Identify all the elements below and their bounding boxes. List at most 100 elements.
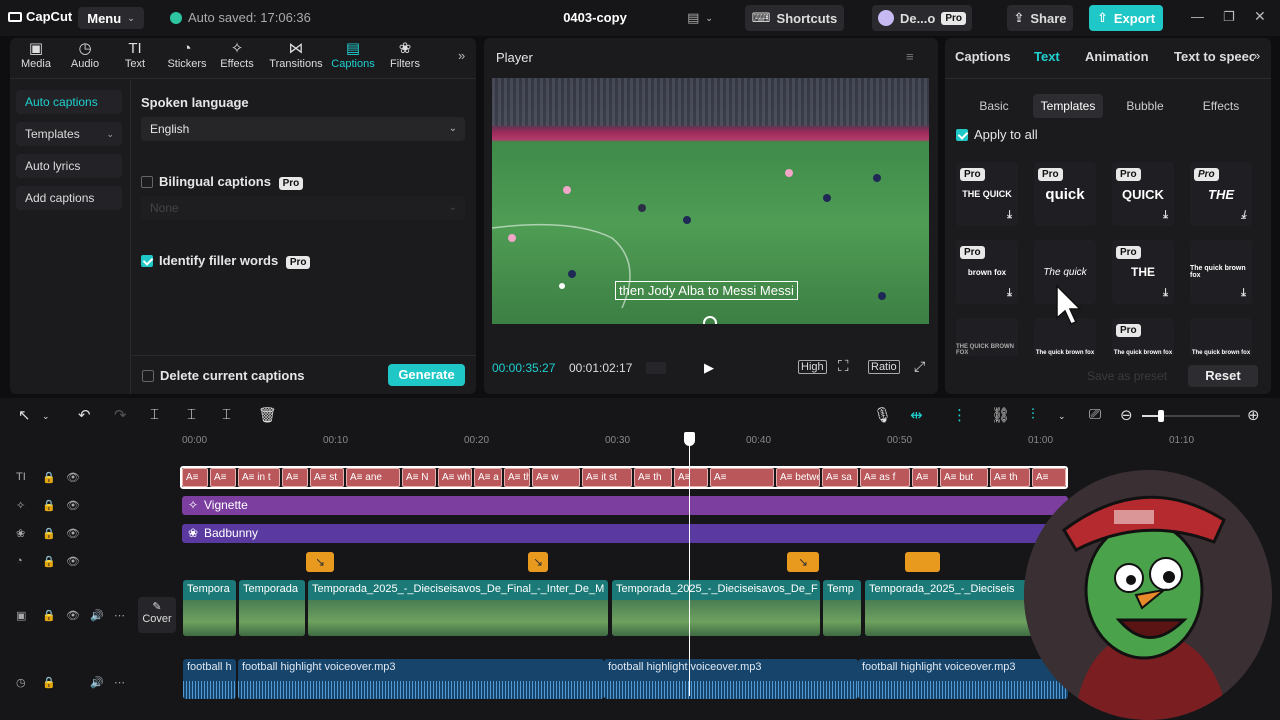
link-icon[interactable]: ⛓ (991, 406, 1010, 424)
caption-clip[interactable]: A≡ it st (582, 468, 632, 487)
chevron-down-icon[interactable]: ⌄ (42, 411, 50, 422)
video-preview[interactable]: then Jody Alba to Messi Messi (492, 78, 929, 324)
bilingual-captions-checkbox[interactable]: Bilingual captions Pro (141, 174, 304, 190)
undo-icon[interactable]: ↶ (78, 406, 91, 424)
caption-clip[interactable]: A≡ (210, 468, 236, 487)
zoom-slider[interactable] (1142, 410, 1240, 422)
caption-clip[interactable]: A≡ w (532, 468, 580, 487)
tab-effects[interactable]: ✧ Effects (211, 40, 263, 70)
eye-icon[interactable]: 👁 (66, 609, 80, 622)
select-tool-icon[interactable]: ↖ (18, 406, 31, 424)
zoom-out-icon[interactable]: ⊖ (1120, 406, 1133, 424)
sticker-clip[interactable]: ↘ (528, 552, 548, 572)
subtab-bubble[interactable]: Bubble (1110, 94, 1180, 118)
caption-clip[interactable]: A≡ (912, 468, 938, 487)
sticker-clip[interactable]: ↘ (306, 552, 334, 572)
caption-clip[interactable]: A≡ th (990, 468, 1030, 487)
export-button[interactable]: ⇧ Export (1089, 5, 1163, 31)
tab-media[interactable]: ▣ Media (10, 40, 62, 70)
lock-icon[interactable]: 🔒 (42, 527, 56, 540)
play-icon[interactable]: ▶ (704, 360, 714, 376)
apply-to-all-checkbox[interactable]: Apply to all (956, 127, 1038, 142)
lock-icon[interactable]: 🔒 (42, 676, 56, 689)
zoom-slider-handle[interactable] (1158, 410, 1164, 422)
tab-stickers[interactable]: ◔ Stickers (161, 40, 213, 70)
template-item[interactable]: Pro THE QUICK ⤓ (956, 162, 1018, 226)
shortcuts-button[interactable]: ⌨ Shortcuts (745, 5, 844, 31)
quality-button[interactable]: High (798, 360, 827, 374)
microphone-icon[interactable]: 🎙 (873, 406, 892, 424)
tab-filters[interactable]: ❀ Filters (379, 40, 431, 70)
tab-text[interactable]: TI Text (109, 40, 161, 70)
zoom-in-icon[interactable]: ⊕ (1247, 406, 1260, 424)
sidebar-item-auto-lyrics[interactable]: Auto lyrics (16, 154, 122, 178)
lock-icon[interactable]: 🔒 (42, 471, 56, 484)
sticker-clip[interactable] (905, 552, 940, 572)
main-track-magnet-icon[interactable]: ⇹ (910, 406, 923, 424)
audio-clip[interactable]: football highlight voiceover.mp3 (238, 659, 604, 699)
project-title[interactable]: 0403-copy (540, 10, 650, 25)
audio-clip[interactable]: football highlight voiceover.mp3 (858, 659, 1068, 699)
caption-clip[interactable]: A≡ but (940, 468, 988, 487)
ratio-button[interactable]: Ratio (868, 360, 900, 374)
filter-clip-badbunny[interactable]: ❀ Badbunny (182, 524, 1068, 543)
template-item[interactable]: Pro brown fox ⤓ (956, 240, 1018, 304)
video-clip[interactable]: Temp (823, 580, 861, 636)
language-select[interactable]: English ⌄ (141, 117, 465, 141)
sidebar-item-templates[interactable]: Templates ⌄ (16, 122, 122, 146)
share-button[interactable]: ⇪ Share (1007, 5, 1073, 31)
caption-clip[interactable]: A≡ (182, 468, 208, 487)
reset-button[interactable]: Reset (1188, 365, 1258, 387)
restore-icon[interactable]: ❐ (1223, 9, 1235, 25)
rotate-handle-icon[interactable] (703, 316, 717, 324)
tab-animation[interactable]: Animation (1085, 49, 1149, 64)
template-item[interactable]: Pro THE ⤓ (1112, 240, 1174, 304)
redo-icon[interactable]: ↷ (114, 406, 127, 424)
preview-axis-icon[interactable]: ⫶ (1031, 406, 1035, 423)
sidebar-item-add-captions[interactable]: Add captions (16, 186, 122, 210)
minimize-icon[interactable]: — (1191, 9, 1204, 24)
caption-clip[interactable]: A≡ (710, 468, 774, 487)
speaker-icon[interactable]: 🔊 (90, 609, 104, 622)
player-menu-icon[interactable]: ≡ (906, 49, 914, 64)
timecode-toggle[interactable] (646, 362, 666, 374)
template-item[interactable]: The quick brown fox ⤓ (1190, 240, 1252, 304)
video-clip[interactable]: Tempora (183, 580, 236, 636)
template-item[interactable]: Pro THE ⤓ (1190, 162, 1252, 226)
lock-icon[interactable]: 🔒 (42, 555, 56, 568)
more-icon[interactable]: ⋯ (114, 609, 125, 622)
caption-overlay[interactable]: then Jody Alba to Messi Messi (615, 281, 798, 300)
audio-clip[interactable]: football highlight voiceover.mp3 (604, 659, 858, 699)
video-clip[interactable]: Temporada_2025_-_Dieciseisavos_De_F (612, 580, 820, 636)
delete-captions-checkbox[interactable]: Delete current captions (142, 368, 305, 383)
effect-clip-vignette[interactable]: ✧ Vignette (182, 496, 1068, 515)
caption-clip[interactable]: A≡ (1032, 468, 1066, 487)
tab-text-to-speech[interactable]: Text to speech (1174, 49, 1254, 64)
caption-clip[interactable]: A≡ ane (346, 468, 400, 487)
tab-text-props[interactable]: Text (1034, 49, 1060, 64)
menu-button[interactable]: Menu ⌄ (78, 7, 144, 29)
more-icon[interactable]: ⋯ (114, 676, 125, 689)
delete-icon[interactable]: 🗑 (258, 406, 277, 424)
fit-zoom-icon[interactable]: ⛶ (838, 358, 849, 375)
sidebar-item-auto-captions[interactable]: Auto captions (16, 90, 122, 114)
caption-clip[interactable]: A≡ th (504, 468, 530, 487)
more-tabs-icon[interactable]: » (1253, 48, 1260, 63)
lock-icon[interactable]: 🔒 (42, 499, 56, 512)
tab-audio[interactable]: ◷ Audio (59, 40, 111, 70)
lock-icon[interactable]: 🔒 (42, 609, 56, 622)
caption-clip[interactable]: A≡ in t (238, 468, 280, 487)
audio-clip[interactable]: football h (183, 659, 236, 699)
split-icon[interactable]: ⌶ (150, 406, 159, 423)
tab-captions-props[interactable]: Captions (955, 49, 1011, 64)
caption-clip[interactable]: A≡ a (474, 468, 502, 487)
eye-icon[interactable]: 👁 (66, 499, 80, 512)
caption-clip[interactable]: A≡ st (310, 468, 344, 487)
caption-clip[interactable]: A≡ (674, 468, 708, 487)
template-item[interactable]: THE QUICK BROWN FOX (956, 318, 1018, 356)
user-account-button[interactable]: De...o Pro (872, 5, 972, 31)
eye-icon[interactable]: 👁 (66, 527, 80, 540)
close-icon[interactable]: ✕ (1254, 8, 1266, 25)
template-item[interactable]: The quick brown fox (1190, 318, 1252, 356)
subtab-basic[interactable]: Basic (959, 94, 1029, 118)
